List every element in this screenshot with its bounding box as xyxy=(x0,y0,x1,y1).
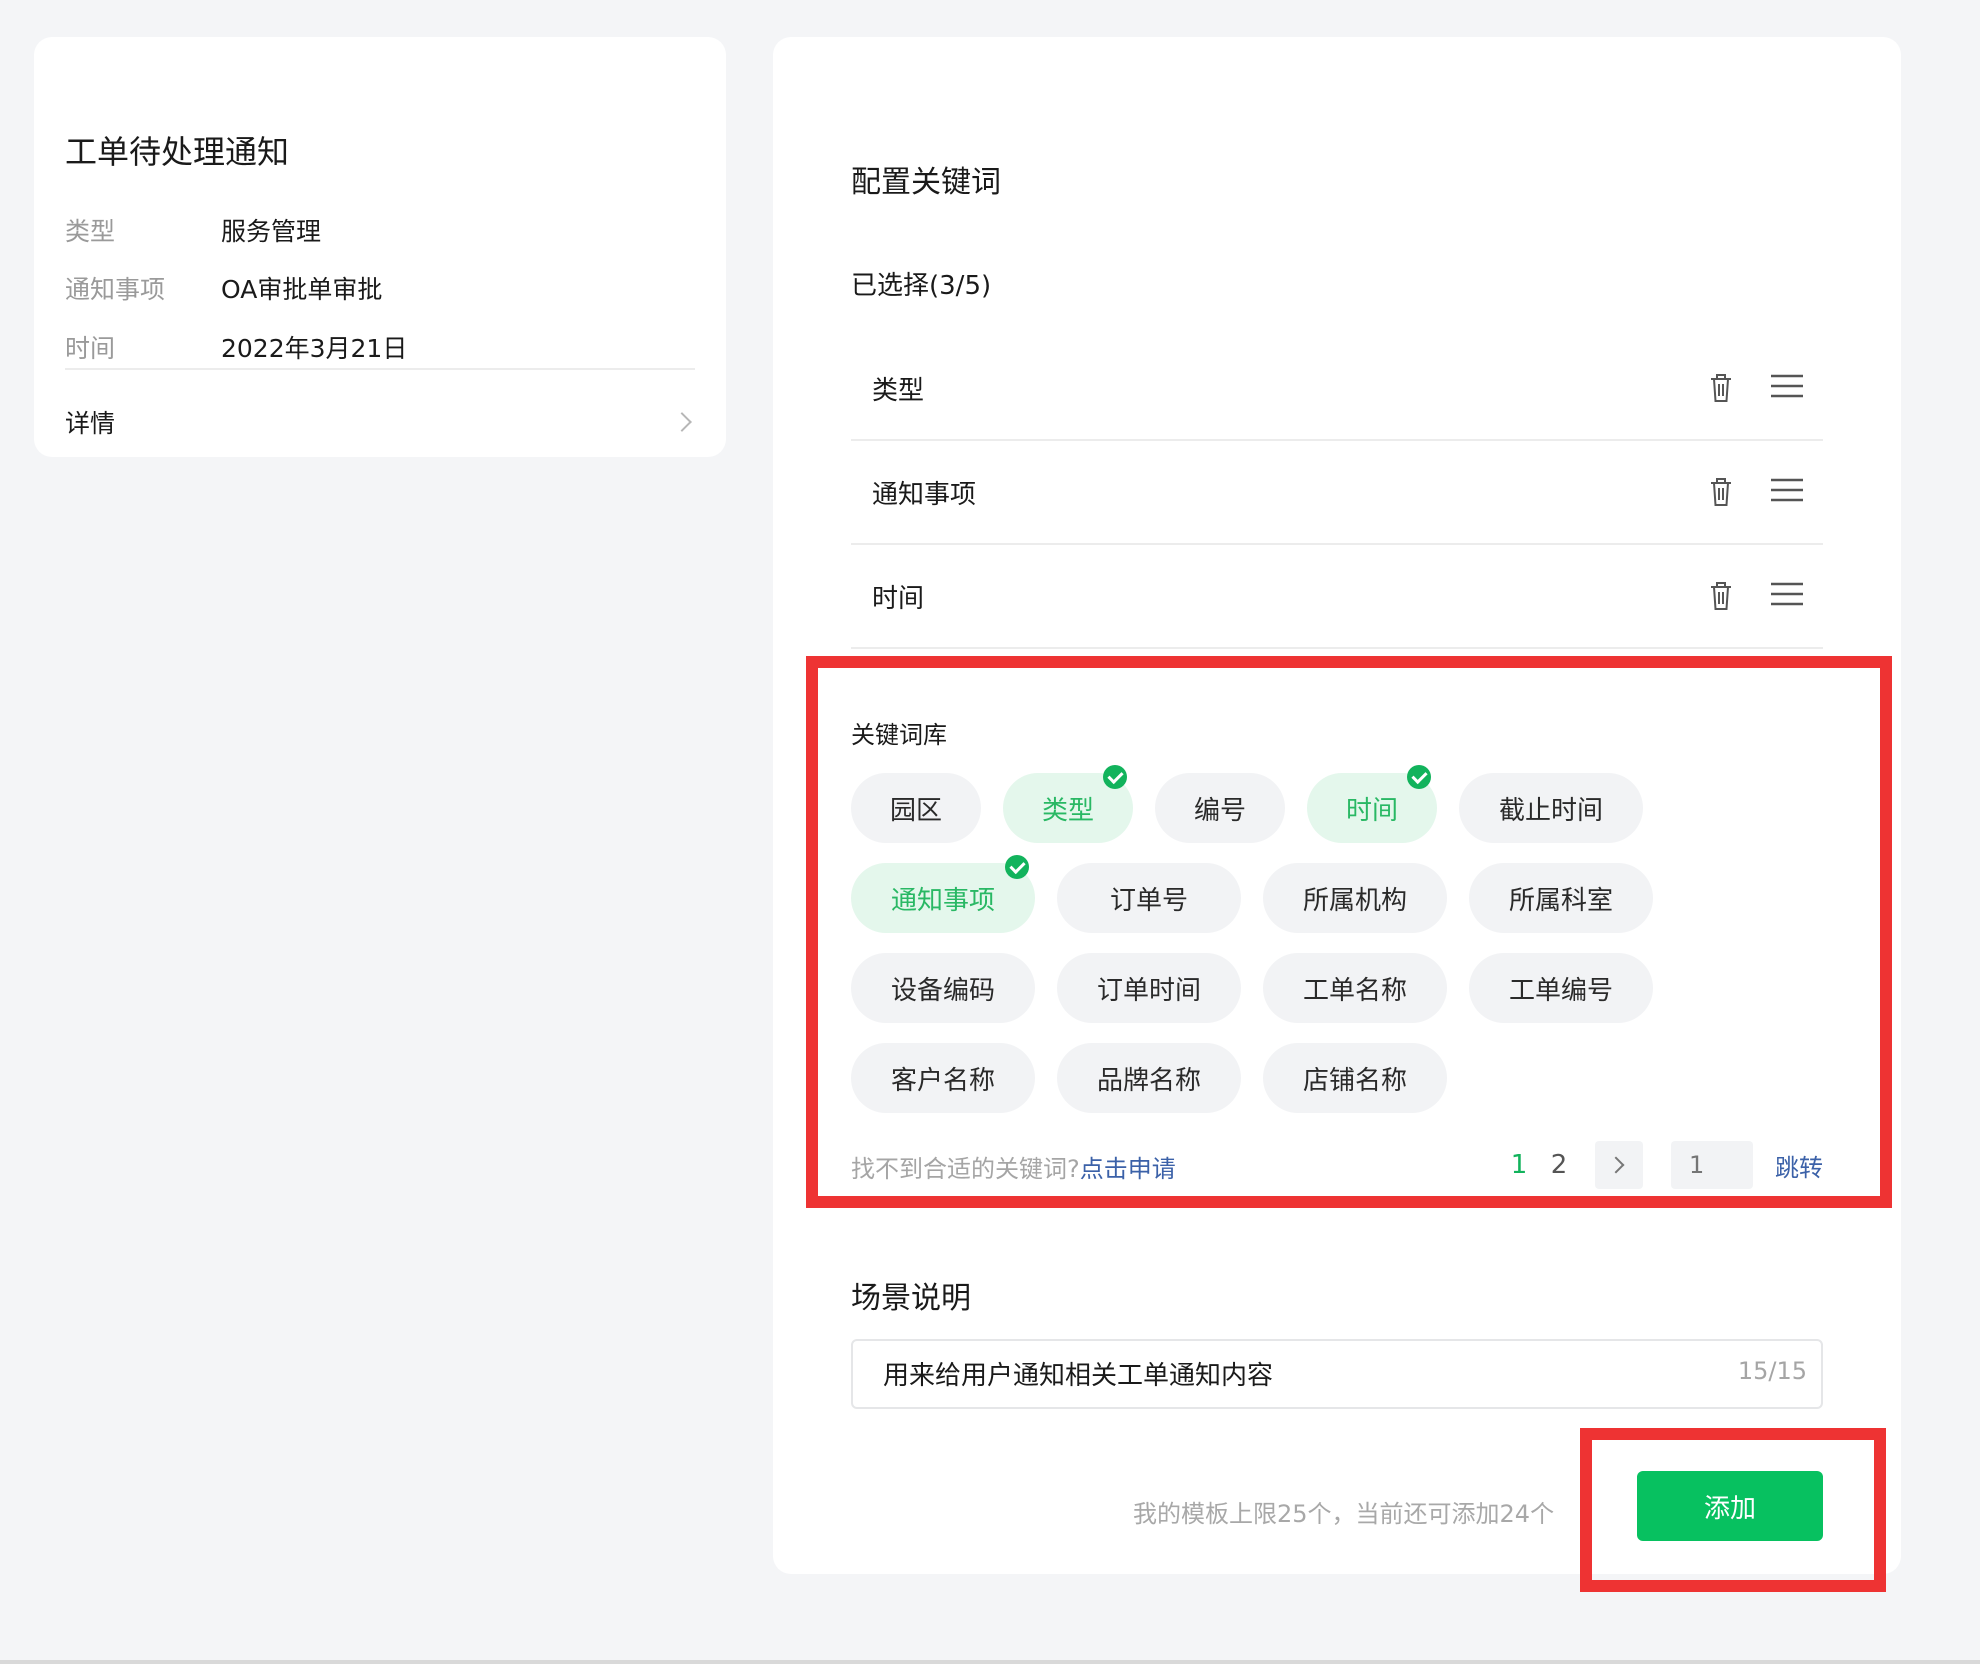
keyword-tag[interactable]: 设备编码 xyxy=(851,953,1035,1023)
keyword-tag[interactable]: 工单名称 xyxy=(1263,953,1447,1023)
keyword-tag[interactable]: 品牌名称 xyxy=(1057,1043,1241,1113)
tag-label: 工单名称 xyxy=(1302,975,1407,1006)
tag-label: 园区 xyxy=(889,795,942,826)
preview-field-key: 时间 xyxy=(65,334,116,363)
tag-label: 店铺名称 xyxy=(1302,1065,1407,1096)
tag-label: 所属科室 xyxy=(1508,885,1613,916)
page-1-button[interactable]: 1 xyxy=(1499,1141,1539,1189)
template-preview-card: 工单待处理通知 类型 服务管理 通知事项 OA审批单审批 时间 2022年3月21日 … xyxy=(34,37,726,457)
drag-handle-icon[interactable] xyxy=(1771,581,1803,607)
keyword-tag[interactable]: 订单时间 xyxy=(1057,953,1241,1023)
selected-keyword-row: 时间 xyxy=(851,545,1823,649)
hint-text: 找不到合适的关键词? xyxy=(851,1155,1080,1183)
tag-label: 设备编码 xyxy=(890,975,995,1006)
drag-handle-icon[interactable] xyxy=(1771,373,1803,399)
check-icon xyxy=(1103,765,1127,789)
tag-row: 设备编码 订单时间 工单名称 工单编号 xyxy=(851,953,1831,1023)
preview-field-value: 服务管理 xyxy=(221,217,322,246)
add-button[interactable]: 添加 xyxy=(1637,1471,1823,1541)
keyword-tag[interactable]: 编号 xyxy=(1155,773,1285,843)
keyword-library-footer: 找不到合适的关键词?点击申请 1 2 跳转 xyxy=(851,1141,1823,1191)
preview-field-type: 类型 服务管理 xyxy=(65,212,321,248)
tag-label: 时间 xyxy=(1345,795,1398,826)
selected-keyword-row: 通知事项 xyxy=(851,441,1823,545)
preview-field-key: 类型 xyxy=(65,217,116,246)
keyword-library-label: 关键词库 xyxy=(851,721,947,749)
selected-keyword-list: 类型 通知事项 时间 xyxy=(851,337,1823,649)
keyword-config-card: 配置关键词 已选择(3/5) 类型 通知事项 时间 关键词库 园区 类型 编号 … xyxy=(773,37,1901,1574)
detail-link[interactable]: 详情 xyxy=(65,397,695,447)
keyword-hint: 找不到合适的关键词?点击申请 xyxy=(851,1149,1176,1184)
apply-keyword-link[interactable]: 点击申请 xyxy=(1080,1155,1176,1183)
preview-field-value: 2022年3月21日 xyxy=(221,334,408,363)
page-2-button[interactable]: 2 xyxy=(1539,1141,1579,1189)
preview-field-notice: 通知事项 OA审批单审批 xyxy=(65,270,382,306)
scene-description-value: 用来给用户通知相关工单通知内容 xyxy=(883,1361,1274,1391)
next-page-button[interactable] xyxy=(1595,1141,1643,1189)
check-icon xyxy=(1407,765,1431,789)
selected-keyword-label: 通知事项 xyxy=(872,479,977,510)
detail-label: 详情 xyxy=(65,409,116,438)
scene-description-input[interactable]: 用来给用户通知相关工单通知内容 15/15 xyxy=(851,1339,1823,1409)
chevron-right-icon xyxy=(672,412,692,432)
scene-heading: 场景说明 xyxy=(851,1281,971,1316)
tag-label: 客户名称 xyxy=(890,1065,995,1096)
tag-label: 通知事项 xyxy=(890,885,995,916)
jump-button[interactable]: 跳转 xyxy=(1775,1148,1823,1183)
tag-label: 所属机构 xyxy=(1302,885,1407,916)
keyword-tag[interactable]: 时间 xyxy=(1307,765,1437,843)
tag-row: 通知事项 订单号 所属机构 所属科室 xyxy=(851,855,1831,933)
trash-icon[interactable] xyxy=(1709,477,1733,507)
keyword-tag[interactable]: 截止时间 xyxy=(1459,773,1643,843)
tag-label: 品牌名称 xyxy=(1096,1065,1201,1096)
keyword-tag[interactable]: 所属科室 xyxy=(1469,863,1653,933)
tag-label: 工单编号 xyxy=(1508,975,1613,1006)
selected-keyword-row: 类型 xyxy=(851,337,1823,441)
trash-icon[interactable] xyxy=(1709,581,1733,611)
tag-row: 客户名称 品牌名称 店铺名称 xyxy=(851,1043,1831,1113)
keyword-tag[interactable]: 店铺名称 xyxy=(1263,1043,1447,1113)
tag-label: 编号 xyxy=(1193,795,1246,826)
preview-field-time: 时间 2022年3月21日 xyxy=(65,329,407,365)
pagination: 1 2 跳转 xyxy=(1499,1141,1823,1189)
keyword-tag[interactable]: 工单编号 xyxy=(1469,953,1653,1023)
drag-handle-icon[interactable] xyxy=(1771,477,1803,503)
selected-keyword-label: 时间 xyxy=(872,583,925,614)
tag-label: 类型 xyxy=(1041,795,1094,826)
tag-row: 园区 类型 编号 时间 截止时间 xyxy=(851,765,1831,843)
char-counter: 15/15 xyxy=(1737,1357,1807,1385)
preview-title: 工单待处理通知 xyxy=(65,133,290,171)
keyword-tag[interactable]: 通知事项 xyxy=(851,855,1035,933)
keyword-tag[interactable]: 订单号 xyxy=(1057,863,1241,933)
check-icon xyxy=(1005,855,1029,879)
selected-count-label: 已选择(3/5) xyxy=(851,271,992,301)
keyword-tag-grid: 园区 类型 编号 时间 截止时间 通知事项 订单号 所属机构 所属科室 设备编码… xyxy=(851,765,1831,1133)
tag-label: 订单时间 xyxy=(1096,975,1201,1006)
window-bottom-edge xyxy=(0,1660,1980,1664)
keyword-tag[interactable]: 所属机构 xyxy=(1263,863,1447,933)
selected-keyword-label: 类型 xyxy=(872,375,925,406)
preview-field-key: 通知事项 xyxy=(65,275,166,304)
divider xyxy=(65,368,695,370)
keyword-tag[interactable]: 园区 xyxy=(851,773,981,843)
chevron-right-icon xyxy=(1607,1156,1625,1174)
keyword-tag[interactable]: 类型 xyxy=(1003,765,1133,843)
keyword-tag[interactable]: 客户名称 xyxy=(851,1043,1035,1113)
config-heading: 配置关键词 xyxy=(851,165,1001,200)
template-limit-text: 我的模板上限25个，当前还可添加24个 xyxy=(1133,1500,1555,1528)
page-jump-input[interactable] xyxy=(1671,1141,1753,1189)
tag-label: 截止时间 xyxy=(1498,795,1603,826)
tag-label: 订单号 xyxy=(1109,885,1188,916)
preview-field-value: OA审批单审批 xyxy=(221,275,383,304)
trash-icon[interactable] xyxy=(1709,373,1733,403)
